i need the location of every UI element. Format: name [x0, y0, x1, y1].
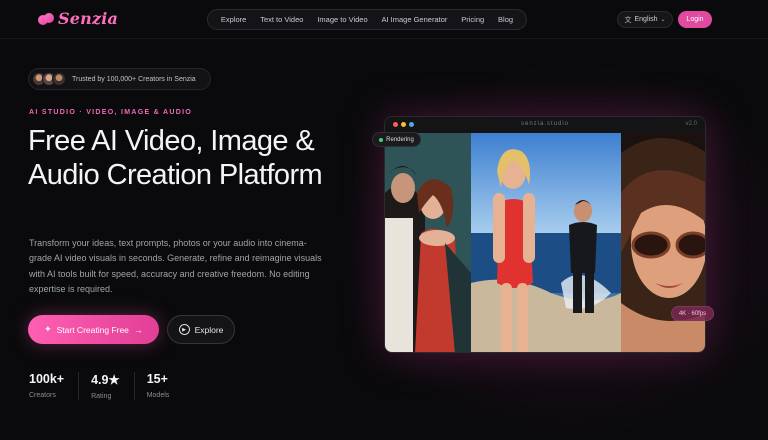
status-dot-icon — [379, 137, 384, 142]
hero-headline: Free AI Video, Image & Audio Creation Pl… — [28, 125, 323, 191]
nav-link-ai-image-generator[interactable]: AI Image Generator — [382, 15, 448, 24]
resolution-badge: 4K · 60fps — [671, 306, 714, 321]
nav-link-blog[interactable]: Blog — [498, 15, 513, 24]
beach-illustration — [471, 133, 621, 352]
explore-button[interactable]: ▶ Explore — [167, 315, 235, 344]
stat-value: 100k+ — [29, 372, 65, 386]
arrow-right-icon: → — [133, 324, 143, 335]
logo[interactable]: Senzia — [38, 9, 118, 28]
nav-divider — [0, 38, 768, 39]
rendering-label: Rendering — [386, 136, 414, 143]
rendering-badge: Rendering — [372, 132, 421, 147]
stat-value: 4.9★ — [91, 373, 120, 387]
nav-link-image-to-video[interactable]: Image to Video — [317, 15, 367, 24]
nav-link-text-to-video[interactable]: Text to Video — [260, 15, 303, 24]
stat-rating: 4.9★ Rating — [91, 372, 135, 400]
stat-models: 15+ Models — [147, 372, 184, 400]
top-navigation: Senzia Explore Text to Video Image to Vi… — [0, 0, 768, 38]
language-selector[interactable]: 文 English ⌄ — [617, 11, 673, 28]
avatar-group — [32, 72, 66, 86]
brand-name: Senzia — [58, 9, 119, 28]
window-title: senzia.studio — [520, 121, 570, 127]
stats-row: 100k+ Creators 4.9★ Rating 15+ Models — [29, 372, 195, 400]
nav-links: Explore Text to Video Image to Video AI … — [207, 9, 527, 30]
play-icon: ▶ — [178, 324, 190, 335]
language-label: English — [634, 16, 658, 23]
stat-creators: 100k+ Creators — [29, 372, 80, 400]
hero-eyebrow: AI STUDIO · VIDEO, IMAGE & AUDIO — [29, 109, 193, 116]
start-creating-button[interactable]: ✦ Start Creating Free → — [28, 315, 159, 344]
preview-image-beach — [471, 133, 621, 352]
login-button[interactable]: Login — [678, 11, 712, 28]
sparkle-icon: ✦ — [44, 324, 52, 334]
translate-icon: 文 — [624, 16, 632, 24]
hero-description: Transform your ideas, text prompts, phot… — [29, 238, 322, 295]
stat-value: 15+ — [146, 372, 168, 386]
start-creating-label: Start Creating Free — [56, 324, 129, 335]
nav-link-explore[interactable]: Explore — [221, 15, 246, 24]
preview-window: senzia.studio v2.0 — [384, 116, 706, 353]
logo-mark-icon — [38, 12, 54, 25]
explore-label: Explore — [194, 324, 224, 335]
stat-label: Creators — [29, 392, 56, 399]
window-titlebar: senzia.studio v2.0 — [385, 117, 705, 133]
couple-illustration — [385, 133, 471, 352]
avatar — [52, 72, 66, 86]
trust-badge: Trusted by 100,000+ Creators in Senzia — [28, 68, 211, 90]
nav-link-pricing[interactable]: Pricing — [461, 15, 484, 24]
stat-label: Rating — [91, 393, 112, 400]
window-version: v2.0 — [685, 121, 697, 127]
stat-label: Models — [146, 392, 170, 399]
preview-image-couple — [385, 133, 471, 352]
chevron-down-icon: ⌄ — [660, 17, 666, 23]
trust-text: Trusted by 100,000+ Creators in Senzia — [72, 75, 196, 83]
